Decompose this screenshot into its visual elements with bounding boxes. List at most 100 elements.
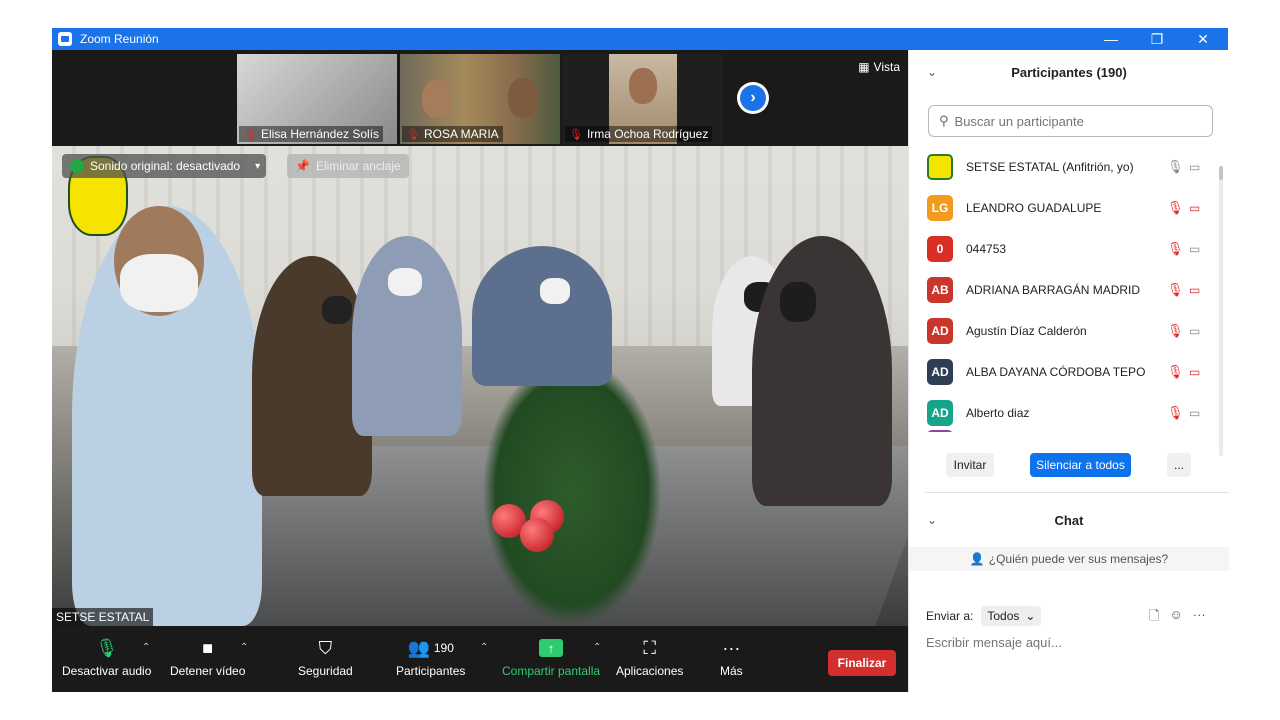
next-page-button[interactable]: › [737,82,769,114]
avatar: 0 [927,235,953,262]
security-button[interactable]: ⛉ Seguridad [298,636,353,679]
chat-title: Chat [1054,512,1084,528]
video-label: Detener vídeo [170,664,246,678]
audio-options-caret[interactable]: ⌃ [142,642,150,653]
participant-list: SETSE ESTATAL (Anfitrión, yo) 🎙 ▭ LG LEA… [909,146,1229,432]
apps-icon: ⛶ [643,637,656,658]
participant-row[interactable]: LG LEANDRO GUADALUPE 🎙 ▭ [909,187,1219,228]
participant-name: SETSE ESTATAL (Anfitrión, yo) [966,159,1134,174]
avatar: AD [927,317,953,344]
participant-search[interactable]: ⚲ [928,105,1213,137]
chevron-down-icon[interactable]: ⌄ [927,513,937,527]
participant-row[interactable]: AB ADRIANA BARRAGÁN MADRID 🎙 ▭ [909,269,1219,310]
participants-title: Participantes (190) [1011,64,1127,80]
file-icon[interactable]: 🗋 [1149,607,1159,629]
original-sound-toggle[interactable]: Sonido original: desactivado ▾ [62,154,267,178]
camera-icon[interactable]: ▭ [1189,160,1200,174]
emoji-icon[interactable]: ☺ [1169,607,1182,629]
participant-name: LEANDRO GUADALUPE [966,200,1102,215]
main-video: Sonido original: desactivado ▾ 📌 Elimina… [52,146,908,626]
camera-off-icon[interactable]: ▭ [1189,201,1200,215]
send-to-selector: Enviar a: Todos ⌄ [926,606,1042,626]
meeting-area: 🎙 Elisa Hernández Solís 🎙 ROSA MARIA 🎙 I… [52,50,908,692]
mic-muted-icon: 🎙 [243,128,257,141]
share-screen-icon: ↑ [539,639,564,657]
participant-row[interactable]: AD Agustín Díaz Calderón 🎙 ▭ [909,310,1219,351]
title-bar: Zoom Reunión — ❐ ✕ [52,28,1228,50]
zoom-logo-icon [58,32,72,46]
restore-button[interactable]: ❐ [1134,28,1180,50]
view-button[interactable]: ▦ Vista [858,60,900,74]
participant-name: ROSA MARIA [423,127,499,141]
mic-muted-icon[interactable]: 🎙 [1167,200,1184,216]
participant-row[interactable]: SETSE ESTATAL (Anfitrión, yo) 🎙 ▭ [909,146,1219,187]
mute-audio-button[interactable]: 🎙 Desactivar audio [62,636,151,679]
participants-options-caret[interactable]: ⌃ [480,642,488,653]
video-options-caret[interactable]: ⌃ [240,642,248,653]
camera-off-icon[interactable]: ▭ [1189,365,1200,379]
recipient-dropdown[interactable]: Todos ⌄ [981,606,1042,626]
minimize-button[interactable]: — [1088,28,1134,50]
camera-icon[interactable]: ▭ [1189,406,1200,420]
original-sound-label: Sonido original: desactivado [90,159,241,173]
participants-scrollbar[interactable] [1219,166,1223,456]
invite-button[interactable]: Invitar [946,453,994,477]
meeting-toolbar: 🎙 Desactivar audio ⌃ ■ Detener vídeo ⌃ ⛉… [52,626,908,692]
mic-muted-icon[interactable]: 🎙 [1167,364,1184,380]
chevron-down-icon: ⌄ [1025,609,1036,623]
end-meeting-button[interactable]: Finalizar [828,650,896,676]
video-thumbnail[interactable]: 🎙 Elisa Hernández Solís [237,54,397,144]
chat-header: ⌄ Chat [909,498,1229,542]
participant-row[interactable]: AD Alberto diaz 🎙 ▭ [909,392,1219,432]
camera-icon[interactable]: ▭ [1189,324,1200,338]
share-screen-button[interactable]: ↑ Compartir pantalla [502,636,600,678]
mic-muted-icon[interactable]: 🎙 [1167,241,1184,257]
mic-muted-icon: 🎙 [406,128,420,141]
apps-button[interactable]: ⛶ Aplicaciones [616,636,683,679]
camera-icon[interactable]: ▭ [1189,242,1200,256]
more-button[interactable]: ··· Más [720,636,743,679]
thumbnail-name-tag: 🎙 Elisa Hernández Solís [239,126,384,142]
chevron-down-icon[interactable]: ⌄ [927,65,937,79]
mute-all-button[interactable]: Silenciar a todos [1030,453,1131,477]
participant-row[interactable]: AD ALBA DAYANA CÓRDOBA TEPO 🎙 ▭ [909,351,1219,392]
participant-name: Alberto diaz [966,405,1030,420]
mic-muted-icon[interactable]: 🎙 [1167,405,1184,421]
avatar [927,153,953,180]
stop-video-button[interactable]: ■ Detener vídeo [170,636,246,679]
who-can-see-link[interactable]: 👤 ¿Quién puede ver sus mensajes? [909,547,1229,571]
more-options-button[interactable]: ... [1167,453,1191,477]
video-thumbnail[interactable]: 🎙 ROSA MARIA [400,54,560,144]
close-button[interactable]: ✕ [1180,28,1226,50]
side-panel: ⌄ Participantes (190) ⚲ SETSE ESTATAL (A… [908,50,1229,692]
chat-message-input[interactable] [926,635,1216,650]
video-thumbnail[interactable]: 🎙 Irma Ochoa Rodríguez [563,54,723,144]
participant-row[interactable]: 0 044753 🎙 ▭ [909,228,1219,269]
thumbnail-name-tag: 🎙 Irma Ochoa Rodríguez [565,126,713,142]
window-title: Zoom Reunión [80,32,159,46]
more-dots-icon[interactable]: ··· [1193,607,1206,629]
search-icon: ⚲ [939,113,949,128]
more-label: Más [720,664,743,678]
participant-name: Irma Ochoa Rodríguez [586,127,709,141]
unpin-button[interactable]: 📌 Eliminar anclaje [287,154,409,178]
mic-muted-icon[interactable]: 🎙 [1167,323,1184,339]
share-options-caret[interactable]: ⌃ [593,642,601,653]
participants-label: Participantes [396,664,466,678]
participants-count: 190 [433,641,454,655]
search-input[interactable] [954,113,1195,129]
mic-muted-icon[interactable]: 🎙 [1167,282,1184,298]
thumbnail-name-tag: 🎙 ROSA MARIA [402,126,503,142]
camera-off-icon[interactable]: ▭ [1189,283,1200,297]
divider [925,492,1229,493]
unpin-label: Eliminar anclaje [315,159,401,173]
participants-button[interactable]: 👥 190 Participantes [396,636,466,679]
avatar: LG [927,194,953,221]
participant-name: Elisa Hernández Solís [260,127,380,141]
microphone-icon[interactable]: 🎙 [1167,159,1184,175]
pin-icon: 📌 [295,159,310,173]
participant-name: Agustín Díaz Calderón [966,323,1087,338]
person-icon: 👤 [969,552,985,566]
view-label: Vista [873,60,900,74]
chevron-down-icon[interactable]: ▾ [248,154,267,178]
